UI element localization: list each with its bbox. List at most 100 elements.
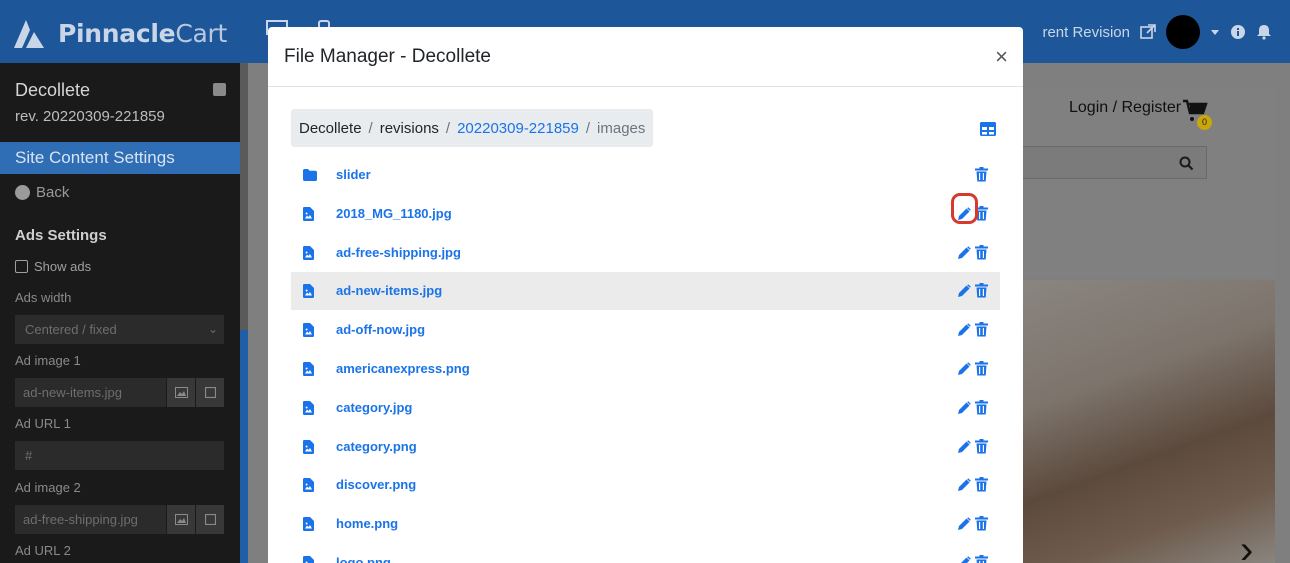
current-revision-link[interactable]: rent Revision <box>1042 24 1130 41</box>
trash-icon[interactable] <box>975 322 988 337</box>
image-file-icon <box>303 439 316 454</box>
sidebar: Decollete rev. 20220309-221859 Site Cont… <box>0 63 240 563</box>
chevron-down-icon: ⌄ <box>207 322 218 336</box>
file-row[interactable]: ad-off-now.jpg <box>291 311 1000 349</box>
ad-url-1-label: Ad URL 1 <box>15 416 71 431</box>
file-name-link[interactable]: category.jpg <box>336 400 412 415</box>
ad-image-1-label: Ad image 1 <box>15 353 81 368</box>
chevron-right-icon[interactable]: › <box>1240 528 1253 563</box>
image-file-icon <box>303 478 316 493</box>
ads-width-select[interactable]: Centered / fixed ⌄ <box>15 315 224 344</box>
clear-image-button[interactable] <box>196 378 224 407</box>
ads-width-label: Ads width <box>15 290 72 305</box>
file-name-link[interactable]: home.png <box>336 516 398 531</box>
header-user-area: rent Revision <box>1042 14 1272 50</box>
file-name-link[interactable]: ad-new-items.jpg <box>336 283 442 298</box>
edit-icon[interactable] <box>957 478 971 492</box>
breadcrumb-separator: / <box>445 119 451 137</box>
file-row[interactable]: home.png <box>291 505 1000 543</box>
ads-width-value: Centered / fixed <box>25 322 117 337</box>
show-ads-checkbox[interactable]: Show ads <box>15 259 91 274</box>
file-row[interactable]: slider <box>291 156 1000 194</box>
image-picker-button[interactable] <box>167 505 195 534</box>
ad-url-1-field[interactable]: # <box>15 441 224 470</box>
edit-icon[interactable] <box>957 556 971 563</box>
edit-icon[interactable] <box>957 245 971 260</box>
trash-icon[interactable] <box>975 399 988 415</box>
hero-image <box>1022 280 1275 563</box>
grid-view-icon[interactable] <box>980 122 996 136</box>
breadcrumb-current: images <box>597 119 646 137</box>
breadcrumb-revision-link[interactable]: 20220309-221859 <box>457 120 579 137</box>
trash-icon[interactable] <box>975 244 988 260</box>
file-name-link[interactable]: discover.png <box>336 477 416 492</box>
file-name-link[interactable]: ad-off-now.jpg <box>336 322 425 337</box>
site-search-input[interactable] <box>1022 146 1207 179</box>
edit-icon[interactable] <box>957 439 971 454</box>
edit-icon[interactable] <box>957 323 971 337</box>
external-link-icon[interactable] <box>1140 24 1156 40</box>
image-file-icon <box>303 400 316 415</box>
image-file-icon <box>303 517 316 532</box>
bell-icon[interactable] <box>1256 24 1272 40</box>
breadcrumb-revisions[interactable]: revisions <box>380 120 439 137</box>
file-row[interactable]: category.png <box>291 428 1000 466</box>
site-checkbox[interactable] <box>213 83 226 96</box>
avatar[interactable] <box>1166 15 1200 49</box>
file-row[interactable]: discover.png <box>291 466 1000 504</box>
revision-label: rev. 20220309-221859 <box>15 108 165 125</box>
modal-divider <box>268 86 1023 87</box>
file-row[interactable]: 2018_MG_1180.jpg <box>291 195 1000 233</box>
site-name: Decollete <box>15 80 91 100</box>
highlight-marker <box>951 193 978 224</box>
file-row[interactable]: ad-free-shipping.jpg <box>291 234 1000 272</box>
file-row[interactable]: category.jpg <box>291 389 1000 427</box>
trash-icon[interactable] <box>975 361 988 376</box>
logo-mark-icon <box>14 20 44 48</box>
file-name-link[interactable]: americanexpress.png <box>336 361 470 376</box>
file-manager-modal: File Manager - Decollete × Decollete / r… <box>268 27 1023 563</box>
image-picker-button[interactable] <box>167 378 195 407</box>
file-row[interactable]: ad-new-items.jpg <box>291 272 1000 311</box>
edit-icon[interactable] <box>957 362 971 376</box>
ad-url-2-label: Ad URL 2 <box>15 543 71 558</box>
trash-icon[interactable] <box>975 438 988 454</box>
breadcrumb-root[interactable]: Decollete <box>299 120 362 137</box>
info-icon[interactable] <box>1230 24 1246 40</box>
file-row[interactable]: logo.png <box>291 544 1000 563</box>
edit-icon[interactable] <box>957 517 971 531</box>
modal-title: File Manager - Decollete <box>284 46 491 67</box>
trash-icon[interactable] <box>975 516 988 531</box>
image-file-icon <box>303 323 316 338</box>
search-icon[interactable] <box>1179 156 1194 171</box>
square-icon <box>204 514 216 525</box>
back-arrow-icon <box>15 185 30 200</box>
sidebar-item-site-content-settings[interactable]: Site Content Settings <box>0 142 240 174</box>
file-name-link[interactable]: 2018_MG_1180.jpg <box>336 206 452 221</box>
back-button[interactable]: Back <box>15 184 69 201</box>
file-name-link[interactable]: slider <box>336 167 371 182</box>
file-row[interactable]: americanexpress.png <box>291 350 1000 388</box>
edit-icon[interactable] <box>957 400 971 415</box>
file-name-link[interactable]: ad-free-shipping.jpg <box>336 245 461 260</box>
trash-icon[interactable] <box>975 477 988 492</box>
file-name-link[interactable]: logo.png <box>336 555 391 563</box>
trash-icon[interactable] <box>975 555 988 563</box>
edit-icon[interactable] <box>957 284 971 298</box>
square-icon <box>204 387 216 398</box>
ads-settings-heading: Ads Settings <box>15 227 107 244</box>
image-file-icon <box>303 556 316 563</box>
ad-image-1-field[interactable]: ad-new-items.jpg <box>15 378 166 407</box>
ad-image-2-field[interactable]: ad-free-shipping.jpg <box>15 505 166 534</box>
trash-icon[interactable] <box>975 167 988 182</box>
image-file-icon <box>303 245 316 260</box>
folder-icon <box>303 168 317 182</box>
clear-image-button[interactable] <box>196 505 224 534</box>
close-button[interactable]: × <box>995 44 1008 70</box>
caret-down-icon[interactable] <box>1210 28 1220 36</box>
trash-icon[interactable] <box>975 283 988 298</box>
login-register-link[interactable]: Login / Register <box>1069 99 1181 117</box>
cart-count-badge: 0 <box>1197 115 1212 130</box>
file-name-link[interactable]: category.png <box>336 439 417 454</box>
pinnaclecart-logo[interactable]: PinnacleCart <box>12 16 227 50</box>
